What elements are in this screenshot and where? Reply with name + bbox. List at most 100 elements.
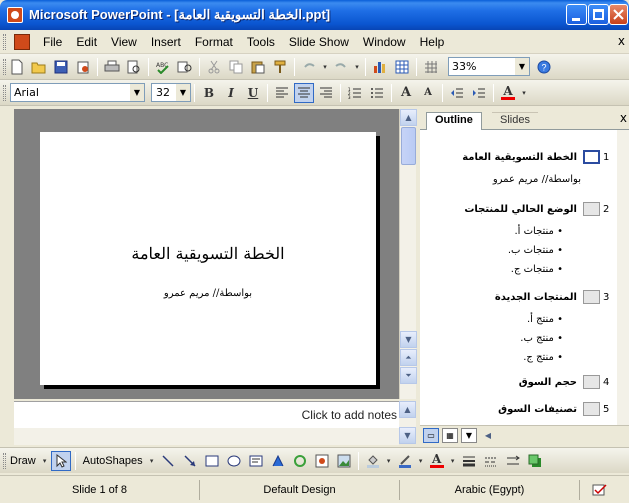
zoom-select[interactable]: 33% ▼ bbox=[448, 57, 530, 76]
scroll-up-icon[interactable]: ▲ bbox=[400, 109, 417, 126]
slide-title[interactable]: الخطة التسويقية العامة bbox=[40, 244, 376, 263]
outline-slide-1[interactable]: الخطة التسويقية العامة 1 bbox=[462, 150, 613, 164]
arrow-style-icon[interactable] bbox=[503, 451, 523, 471]
pane-close-button[interactable]: x bbox=[620, 111, 627, 125]
outline-bullet[interactable]: • منتج ب. bbox=[520, 333, 563, 344]
slide-vertical-scrollbar[interactable]: ▲ ▼ ⏶ ⏷ bbox=[399, 109, 417, 399]
close-button[interactable] bbox=[609, 4, 628, 25]
insert-table-icon[interactable] bbox=[392, 57, 412, 77]
line-icon[interactable] bbox=[158, 451, 178, 471]
align-left-icon[interactable] bbox=[272, 83, 292, 103]
maximize-button[interactable] bbox=[588, 4, 609, 25]
align-center-icon[interactable] bbox=[294, 82, 314, 103]
arrow-icon[interactable] bbox=[180, 451, 200, 471]
outline-bullet[interactable]: • منتجات ج. bbox=[511, 264, 563, 275]
shrink-font-button[interactable]: A bbox=[418, 83, 438, 103]
rectangle-icon[interactable] bbox=[202, 451, 222, 471]
line-color-dropdown-icon[interactable]: ▾ bbox=[417, 451, 425, 471]
redo-dropdown-icon[interactable]: ▾ bbox=[353, 57, 361, 77]
fill-color-dropdown-icon[interactable]: ▾ bbox=[385, 451, 393, 471]
line-style-icon[interactable] bbox=[459, 451, 479, 471]
minimize-button[interactable] bbox=[566, 4, 587, 25]
notes-pane[interactable]: Click to add notes bbox=[14, 401, 399, 428]
outline-pane[interactable]: الخطة التسويقية العامة 1 بواسطة// مريم ع… bbox=[420, 130, 617, 425]
align-right-icon[interactable] bbox=[316, 83, 336, 103]
numbering-icon[interactable]: 123 bbox=[345, 83, 365, 103]
line-color-icon[interactable] bbox=[395, 451, 415, 471]
outline-slide-title[interactable]: تصنيفات السوق bbox=[498, 404, 577, 415]
increase-indent-icon[interactable] bbox=[469, 83, 489, 103]
menu-insert[interactable]: Insert bbox=[144, 35, 188, 49]
undo-dropdown-icon[interactable]: ▾ bbox=[321, 57, 329, 77]
slide-editing-area[interactable]: الخطة التسويقية العامة بواسطة// مريم عمر… bbox=[14, 109, 399, 399]
document-icon[interactable] bbox=[14, 33, 30, 50]
font-color-dropdown-icon[interactable]: ▾ bbox=[520, 83, 528, 103]
menu-tools[interactable]: Tools bbox=[240, 35, 282, 49]
scroll-thumb[interactable] bbox=[401, 127, 416, 165]
outline-slide-title[interactable]: المنتجات الجديدة bbox=[495, 292, 577, 303]
tab-slides[interactable]: Slides bbox=[492, 112, 538, 130]
scroll-down-icon[interactable]: ▼ bbox=[400, 331, 417, 348]
bold-button[interactable]: B bbox=[199, 83, 219, 103]
outline-scrollbar[interactable] bbox=[617, 130, 629, 425]
oval-icon[interactable] bbox=[224, 451, 244, 471]
font-color-button[interactable]: A bbox=[498, 83, 518, 103]
spell-check-status-icon[interactable] bbox=[580, 480, 620, 500]
next-slide-icon[interactable]: ⏷ bbox=[400, 367, 417, 384]
notes-placeholder[interactable]: Click to add notes bbox=[302, 408, 397, 422]
wordart-icon[interactable] bbox=[268, 451, 288, 471]
powerpoint-app-icon[interactable] bbox=[7, 7, 23, 23]
insert-picture-icon[interactable] bbox=[334, 451, 354, 471]
open-icon[interactable] bbox=[29, 57, 49, 77]
status-design[interactable]: Default Design bbox=[200, 479, 400, 500]
print-icon[interactable] bbox=[102, 57, 122, 77]
slide-canvas[interactable]: الخطة التسويقية العامة بواسطة// مريم عمر… bbox=[40, 132, 376, 385]
outline-text[interactable]: بواسطة// مريم عمرو bbox=[493, 174, 581, 185]
spelling-icon[interactable]: ABC bbox=[153, 57, 173, 77]
slide-sorter-view-icon[interactable]: ▦ bbox=[442, 427, 458, 443]
dash-style-icon[interactable] bbox=[481, 451, 501, 471]
outline-slide-2[interactable]: الوضع الحالي للمنتجات 2 bbox=[464, 202, 613, 216]
outline-bullet[interactable]: • منتجات أ. bbox=[514, 226, 563, 237]
menu-window[interactable]: Window bbox=[356, 35, 413, 49]
undo-icon[interactable] bbox=[299, 57, 319, 77]
zoom-dropdown-icon[interactable]: ▼ bbox=[515, 58, 529, 75]
draw-dropdown-icon[interactable]: ▾ bbox=[41, 451, 49, 471]
outline-slide-title[interactable]: الخطة التسويقية العامة bbox=[462, 152, 577, 163]
decrease-indent-icon[interactable] bbox=[447, 83, 467, 103]
slide-show-view-icon[interactable]: ▼ bbox=[461, 427, 477, 443]
text-box-icon[interactable] bbox=[246, 451, 266, 471]
draw-menu[interactable]: Draw bbox=[6, 455, 40, 467]
fill-color-icon[interactable] bbox=[363, 451, 383, 471]
clip-art-icon[interactable] bbox=[312, 451, 332, 471]
view-scroll-left-icon[interactable]: ◀ bbox=[480, 428, 496, 443]
font-dropdown-icon[interactable]: ▼ bbox=[130, 84, 144, 101]
horizontal-scrollbar[interactable] bbox=[14, 428, 399, 445]
outline-slide-title[interactable]: حجم السوق bbox=[519, 377, 577, 388]
menu-edit[interactable]: Edit bbox=[69, 35, 104, 49]
cut-icon[interactable] bbox=[204, 57, 224, 77]
document-close-button[interactable]: x bbox=[618, 34, 625, 48]
shadow-style-icon[interactable] bbox=[525, 451, 545, 471]
autoshapes-menu[interactable]: AutoShapes bbox=[79, 455, 147, 467]
new-icon[interactable] bbox=[7, 57, 27, 77]
menu-file[interactable]: File bbox=[36, 35, 69, 49]
outline-bullet[interactable]: • منتج ج. bbox=[523, 352, 563, 363]
print-preview-icon[interactable] bbox=[124, 57, 144, 77]
menu-slide-show[interactable]: Slide Show bbox=[282, 35, 356, 49]
font-size-dropdown-icon[interactable]: ▼ bbox=[176, 84, 190, 101]
toolbar-grip[interactable] bbox=[3, 58, 6, 75]
outline-slide-title[interactable]: الوضع الحالي للمنتجات bbox=[464, 204, 577, 215]
grow-font-button[interactable]: A bbox=[396, 83, 416, 103]
help-icon[interactable]: ? bbox=[534, 57, 554, 77]
notes-scroll-down-icon[interactable]: ▼ bbox=[399, 427, 416, 444]
normal-view-icon[interactable]: ▭ bbox=[423, 427, 439, 443]
draw-font-color-dropdown-icon[interactable]: ▾ bbox=[449, 451, 457, 471]
outline-slide-5[interactable]: تصنيفات السوق 5 bbox=[498, 402, 613, 416]
research-icon[interactable] bbox=[175, 57, 195, 77]
paste-icon[interactable] bbox=[248, 57, 268, 77]
toolbar-grip[interactable] bbox=[3, 84, 6, 101]
tab-outline[interactable]: Outline bbox=[426, 112, 482, 131]
permission-icon[interactable] bbox=[73, 57, 93, 77]
copy-icon[interactable] bbox=[226, 57, 246, 77]
